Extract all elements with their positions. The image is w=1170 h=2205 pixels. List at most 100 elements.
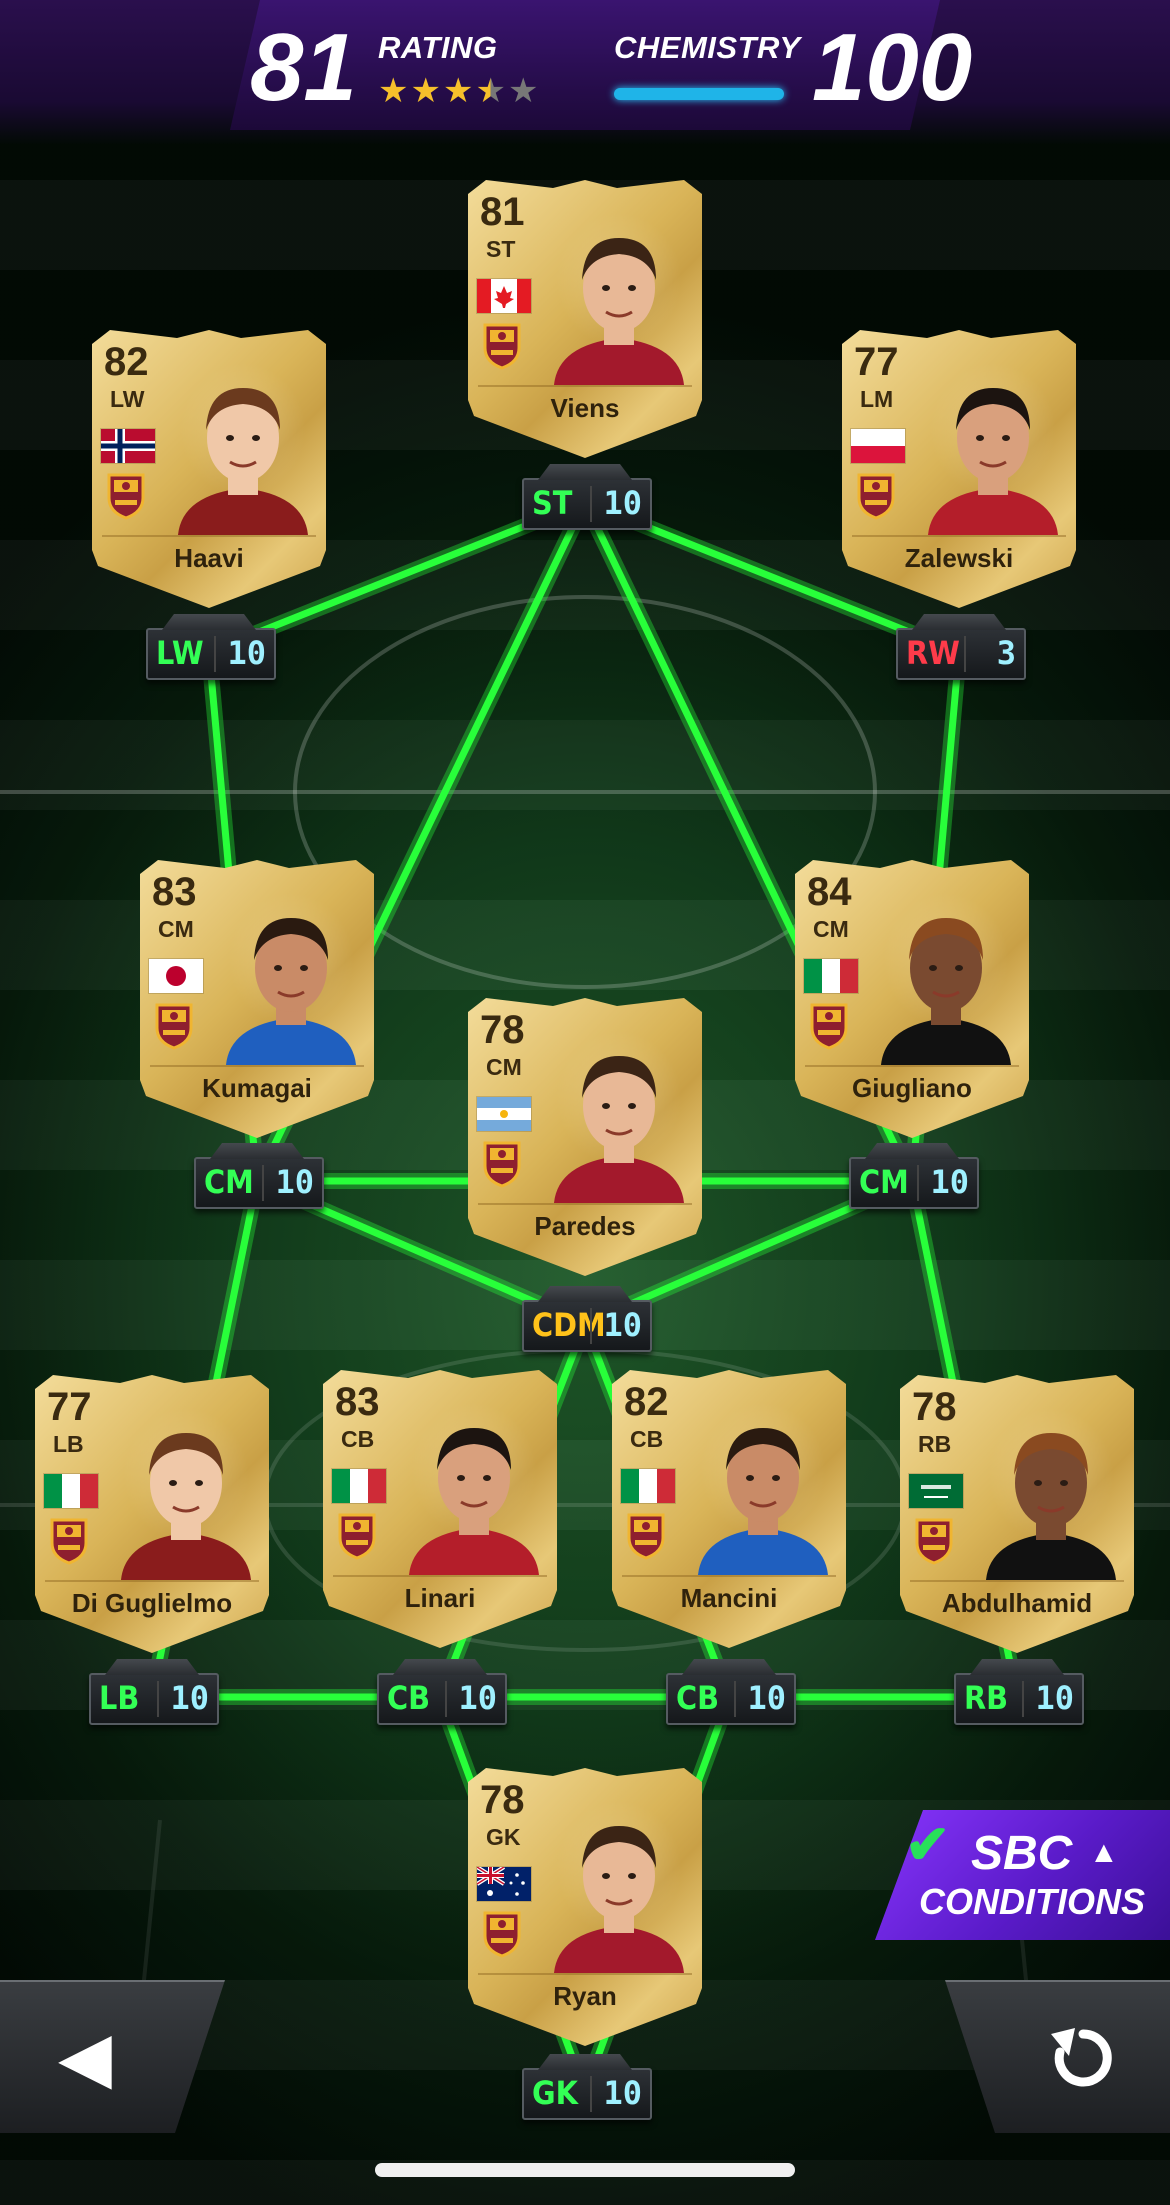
slot-position: CB <box>387 1679 431 1717</box>
star-icon: ★ <box>442 72 474 110</box>
club-crest-icon <box>482 1140 522 1188</box>
slot-separator <box>964 636 966 672</box>
player-position: GK <box>486 1824 521 1850</box>
slot-chemistry: 10 <box>275 1163 314 1201</box>
rating-stars: ★ ★ ★ ★ ★ <box>378 74 538 108</box>
position-slot-gk[interactable]: GK 10 <box>522 2068 652 2120</box>
card-divider <box>102 535 316 537</box>
club-crest-icon <box>856 472 896 520</box>
club-crest-icon <box>626 1512 666 1560</box>
player-card-st[interactable]: 81 ST Viens <box>468 180 702 458</box>
home-indicator[interactable] <box>375 2163 795 2177</box>
player-card-rb[interactable]: 78 RB Abdulhamid <box>900 1375 1134 1653</box>
player-name: Paredes <box>534 1211 636 1241</box>
player-name: Zalewski <box>904 543 1014 573</box>
player-position: ST <box>486 236 516 262</box>
player-photo <box>871 890 1021 1065</box>
position-slot-lm[interactable]: RW 3 <box>896 628 1026 680</box>
player-rating: 82 <box>104 340 149 384</box>
player-card-cdm[interactable]: 78 CM Paredes <box>468 998 702 1276</box>
player-rating: 82 <box>624 1380 669 1424</box>
player-name: Kumagai <box>202 1073 312 1103</box>
slot-chemistry: 10 <box>458 1679 497 1717</box>
player-rating: 77 <box>47 1385 92 1429</box>
italy-flag-icon <box>43 1473 99 1509</box>
slot-chemistry: 10 <box>603 2074 642 2112</box>
slot-position: RW <box>906 634 960 672</box>
slot-position: RB <box>964 1679 1009 1717</box>
slot-chemistry: 10 <box>930 1163 969 1201</box>
player-name: Viens <box>550 393 620 423</box>
slot-position: CM <box>204 1163 254 1201</box>
club-crest-icon <box>154 1002 194 1050</box>
player-photo <box>688 1400 838 1575</box>
player-card-lcb[interactable]: 83 CB Linari <box>323 1370 557 1648</box>
player-name: Ryan <box>553 1981 617 2011</box>
reset-icon <box>1051 2028 1112 2087</box>
sbc-label: SBC <box>971 1827 1073 1880</box>
position-slot-rcm[interactable]: CM 10 <box>849 1157 979 1209</box>
player-card-lm[interactable]: 77 LM Zalewski <box>842 330 1076 608</box>
player-rating: 83 <box>152 870 197 914</box>
player-name: Giugliano <box>852 1073 972 1103</box>
player-card-lw[interactable]: 82 LW Haavi <box>92 330 326 608</box>
player-name: Haavi <box>174 543 244 573</box>
position-slot-lb[interactable]: LB 10 <box>89 1673 219 1725</box>
club-crest-icon <box>482 1910 522 1958</box>
sbc-conditions-button[interactable]: ✔ SBC ▲ CONDITIONS <box>875 1800 1170 1950</box>
player-card-gk[interactable]: 78 GK Ryan <box>468 1768 702 2046</box>
slot-position: CM <box>859 1163 909 1201</box>
player-position: CB <box>630 1426 664 1452</box>
player-position: CM <box>158 916 194 942</box>
star-icon: ★ <box>475 72 506 110</box>
player-name: Di Guglielmo <box>71 1588 233 1618</box>
club-crest-icon <box>482 322 522 370</box>
club-crest-icon <box>49 1517 89 1565</box>
slot-separator <box>734 1681 736 1717</box>
chemistry-value: 100 <box>812 14 973 121</box>
japan-flag-icon <box>148 958 204 994</box>
position-slot-rb[interactable]: RB 10 <box>954 1673 1084 1725</box>
position-slot-lcm[interactable]: CM 10 <box>194 1157 324 1209</box>
player-photo <box>111 1405 261 1580</box>
card-divider <box>852 535 1066 537</box>
player-name: Linari <box>404 1583 476 1613</box>
card-divider <box>45 1580 259 1582</box>
card-divider <box>333 1575 547 1577</box>
slot-position: LB <box>99 1679 140 1717</box>
checkmark-icon: ✔ <box>905 1815 951 1875</box>
position-slot-lcb[interactable]: CB 10 <box>377 1673 507 1725</box>
card-divider <box>622 1575 836 1577</box>
slot-chemistry: 10 <box>170 1679 209 1717</box>
rating-value: 81 <box>250 14 357 121</box>
player-rating: 81 <box>480 190 525 234</box>
slot-position: CDM <box>532 1306 606 1344</box>
player-card-lcm[interactable]: 83 CM Kumagai <box>140 860 374 1138</box>
slot-chemistry: 10 <box>603 1306 642 1344</box>
star-icon: ★ <box>507 72 539 110</box>
slot-position: GK <box>532 2074 578 2112</box>
player-photo <box>544 1798 694 1973</box>
player-position: LW <box>110 386 145 412</box>
club-crest-icon <box>106 472 146 520</box>
player-rating: 78 <box>480 1778 525 1822</box>
player-card-lb[interactable]: 77 LB Di Guglielmo <box>35 1375 269 1653</box>
player-card-rcb[interactable]: 82 CB Mancini <box>612 1370 846 1648</box>
slot-position: LW <box>156 634 204 672</box>
slot-chemistry: 3 <box>996 634 1016 672</box>
player-position: CM <box>813 916 849 942</box>
slot-separator <box>1022 1681 1024 1717</box>
position-slot-lw[interactable]: LW 10 <box>146 628 276 680</box>
slot-position: ST <box>532 484 573 522</box>
player-name: Abdulhamid <box>941 1588 1093 1618</box>
australia-flag-icon <box>476 1866 532 1902</box>
position-slot-st[interactable]: ST 10 <box>522 478 652 530</box>
position-slot-cdm[interactable]: CDM 10 <box>522 1300 652 1352</box>
card-divider <box>805 1065 1019 1067</box>
star-icon: ★ <box>410 72 441 110</box>
position-slot-rcb[interactable]: CB 10 <box>666 1673 796 1725</box>
slot-separator <box>214 636 216 672</box>
player-card-rcm[interactable]: 84 CM Giugliano <box>795 860 1029 1138</box>
player-photo <box>976 1405 1126 1580</box>
club-crest-icon <box>337 1512 377 1560</box>
